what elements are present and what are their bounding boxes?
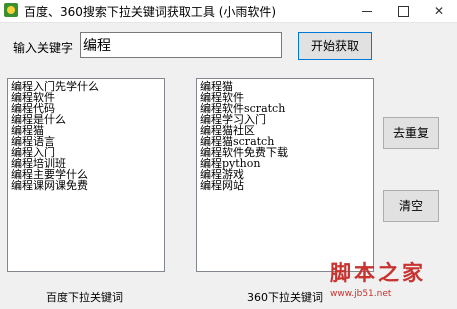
dedupe-button[interactable]: 去重复 xyxy=(383,117,439,149)
so360-keyword-list[interactable]: 编程猫 编程软件 编程软件scratch 编程学习入门 编程猫社区 编程猫scratch 编… xyxy=(196,78,374,272)
start-fetch-button[interactable]: 开始获取 xyxy=(298,32,372,60)
close-icon: ✕ xyxy=(433,4,445,18)
baidu-list-caption: 百度下拉关键词 xyxy=(46,291,123,304)
list-item[interactable]: 编程网站 xyxy=(200,180,370,191)
baidu-keyword-list[interactable]: 编程入门先学什么 编程软件 编程代码 编程是什么 编程猫 编程语言 编程入门 编程培训班 编程主… xyxy=(7,78,165,272)
app-icon xyxy=(4,3,18,17)
close-button[interactable]: ✕ xyxy=(421,0,457,22)
so360-list-caption: 360下拉关键词 xyxy=(247,291,323,304)
keyword-label: 输入关键字 xyxy=(13,41,74,55)
window-title: 百度、360搜索下拉关键词获取工具 (小雨软件) xyxy=(24,5,277,19)
minimize-button[interactable] xyxy=(349,0,385,22)
clear-button[interactable]: 清空 xyxy=(383,190,439,222)
minimize-icon xyxy=(362,11,372,12)
maximize-icon xyxy=(397,6,409,17)
maximize-button[interactable] xyxy=(385,0,421,22)
title-bar: 百度、360搜索下拉关键词获取工具 (小雨软件) ✕ xyxy=(0,0,457,23)
list-item[interactable]: 编程课网课免费 xyxy=(11,180,161,191)
keyword-input[interactable] xyxy=(80,32,282,58)
watermark-url: www.jb51.net xyxy=(330,289,392,299)
watermark-logo: 脚本之家 xyxy=(330,260,426,285)
